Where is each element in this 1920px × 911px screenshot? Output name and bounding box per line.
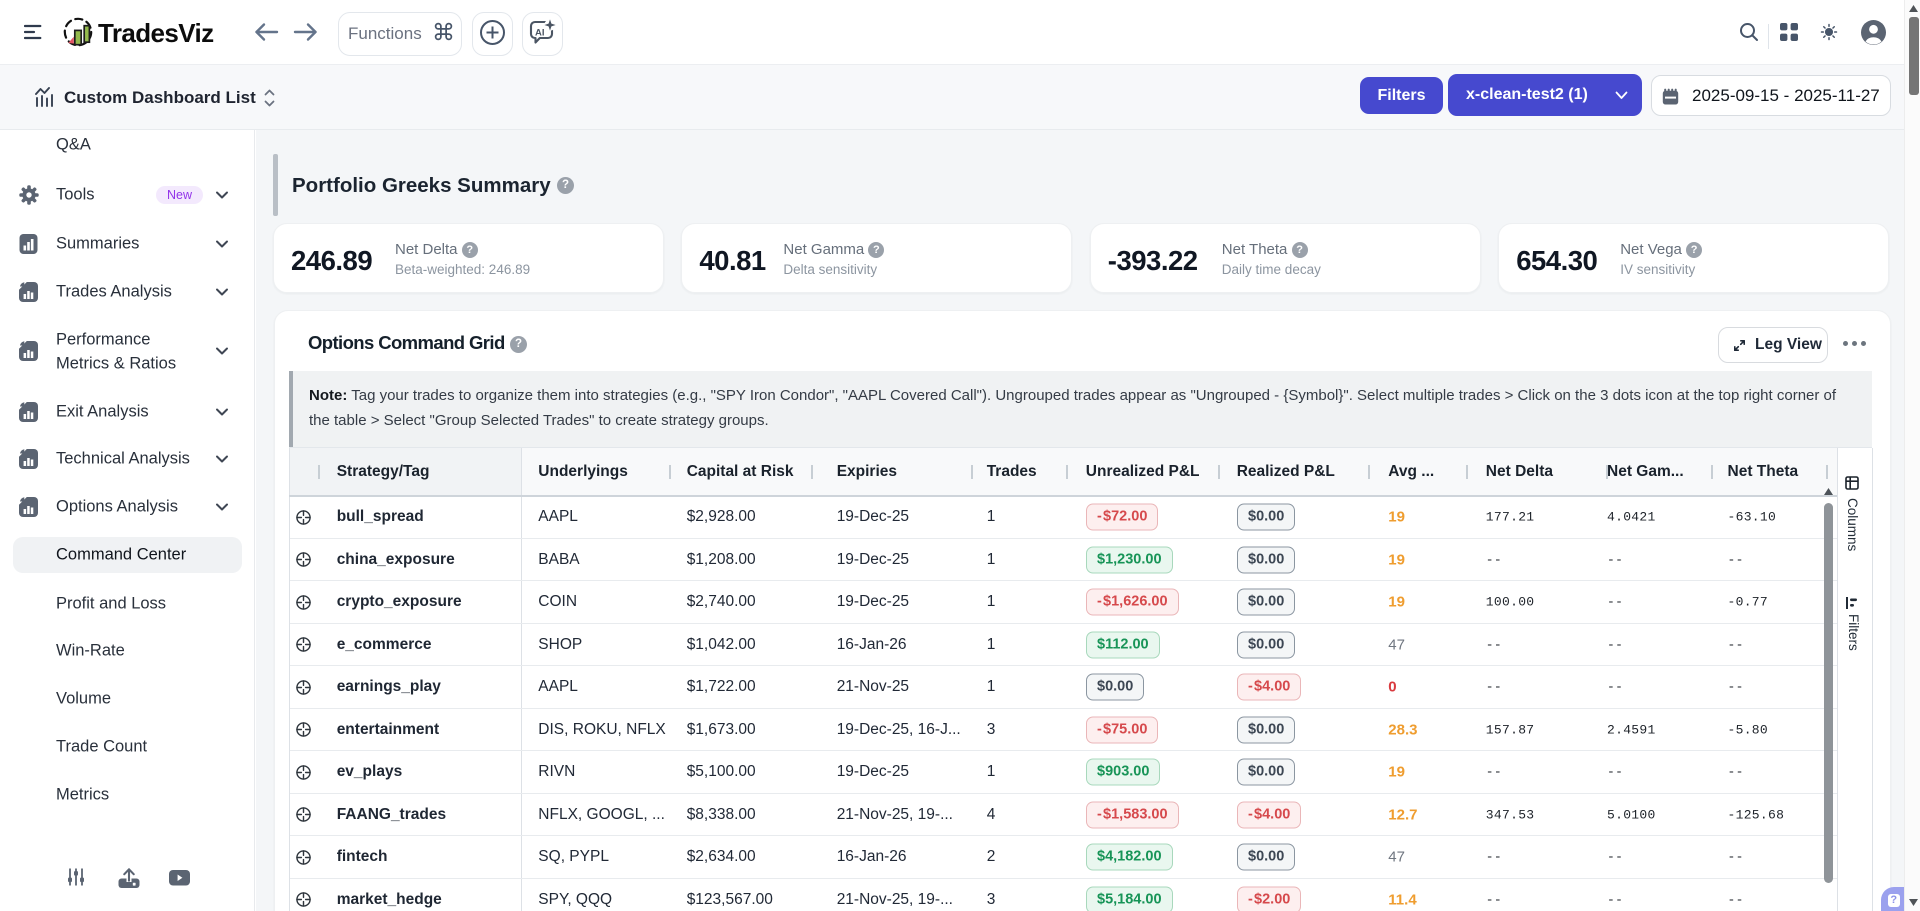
svg-text:AI: AI [535,27,545,38]
